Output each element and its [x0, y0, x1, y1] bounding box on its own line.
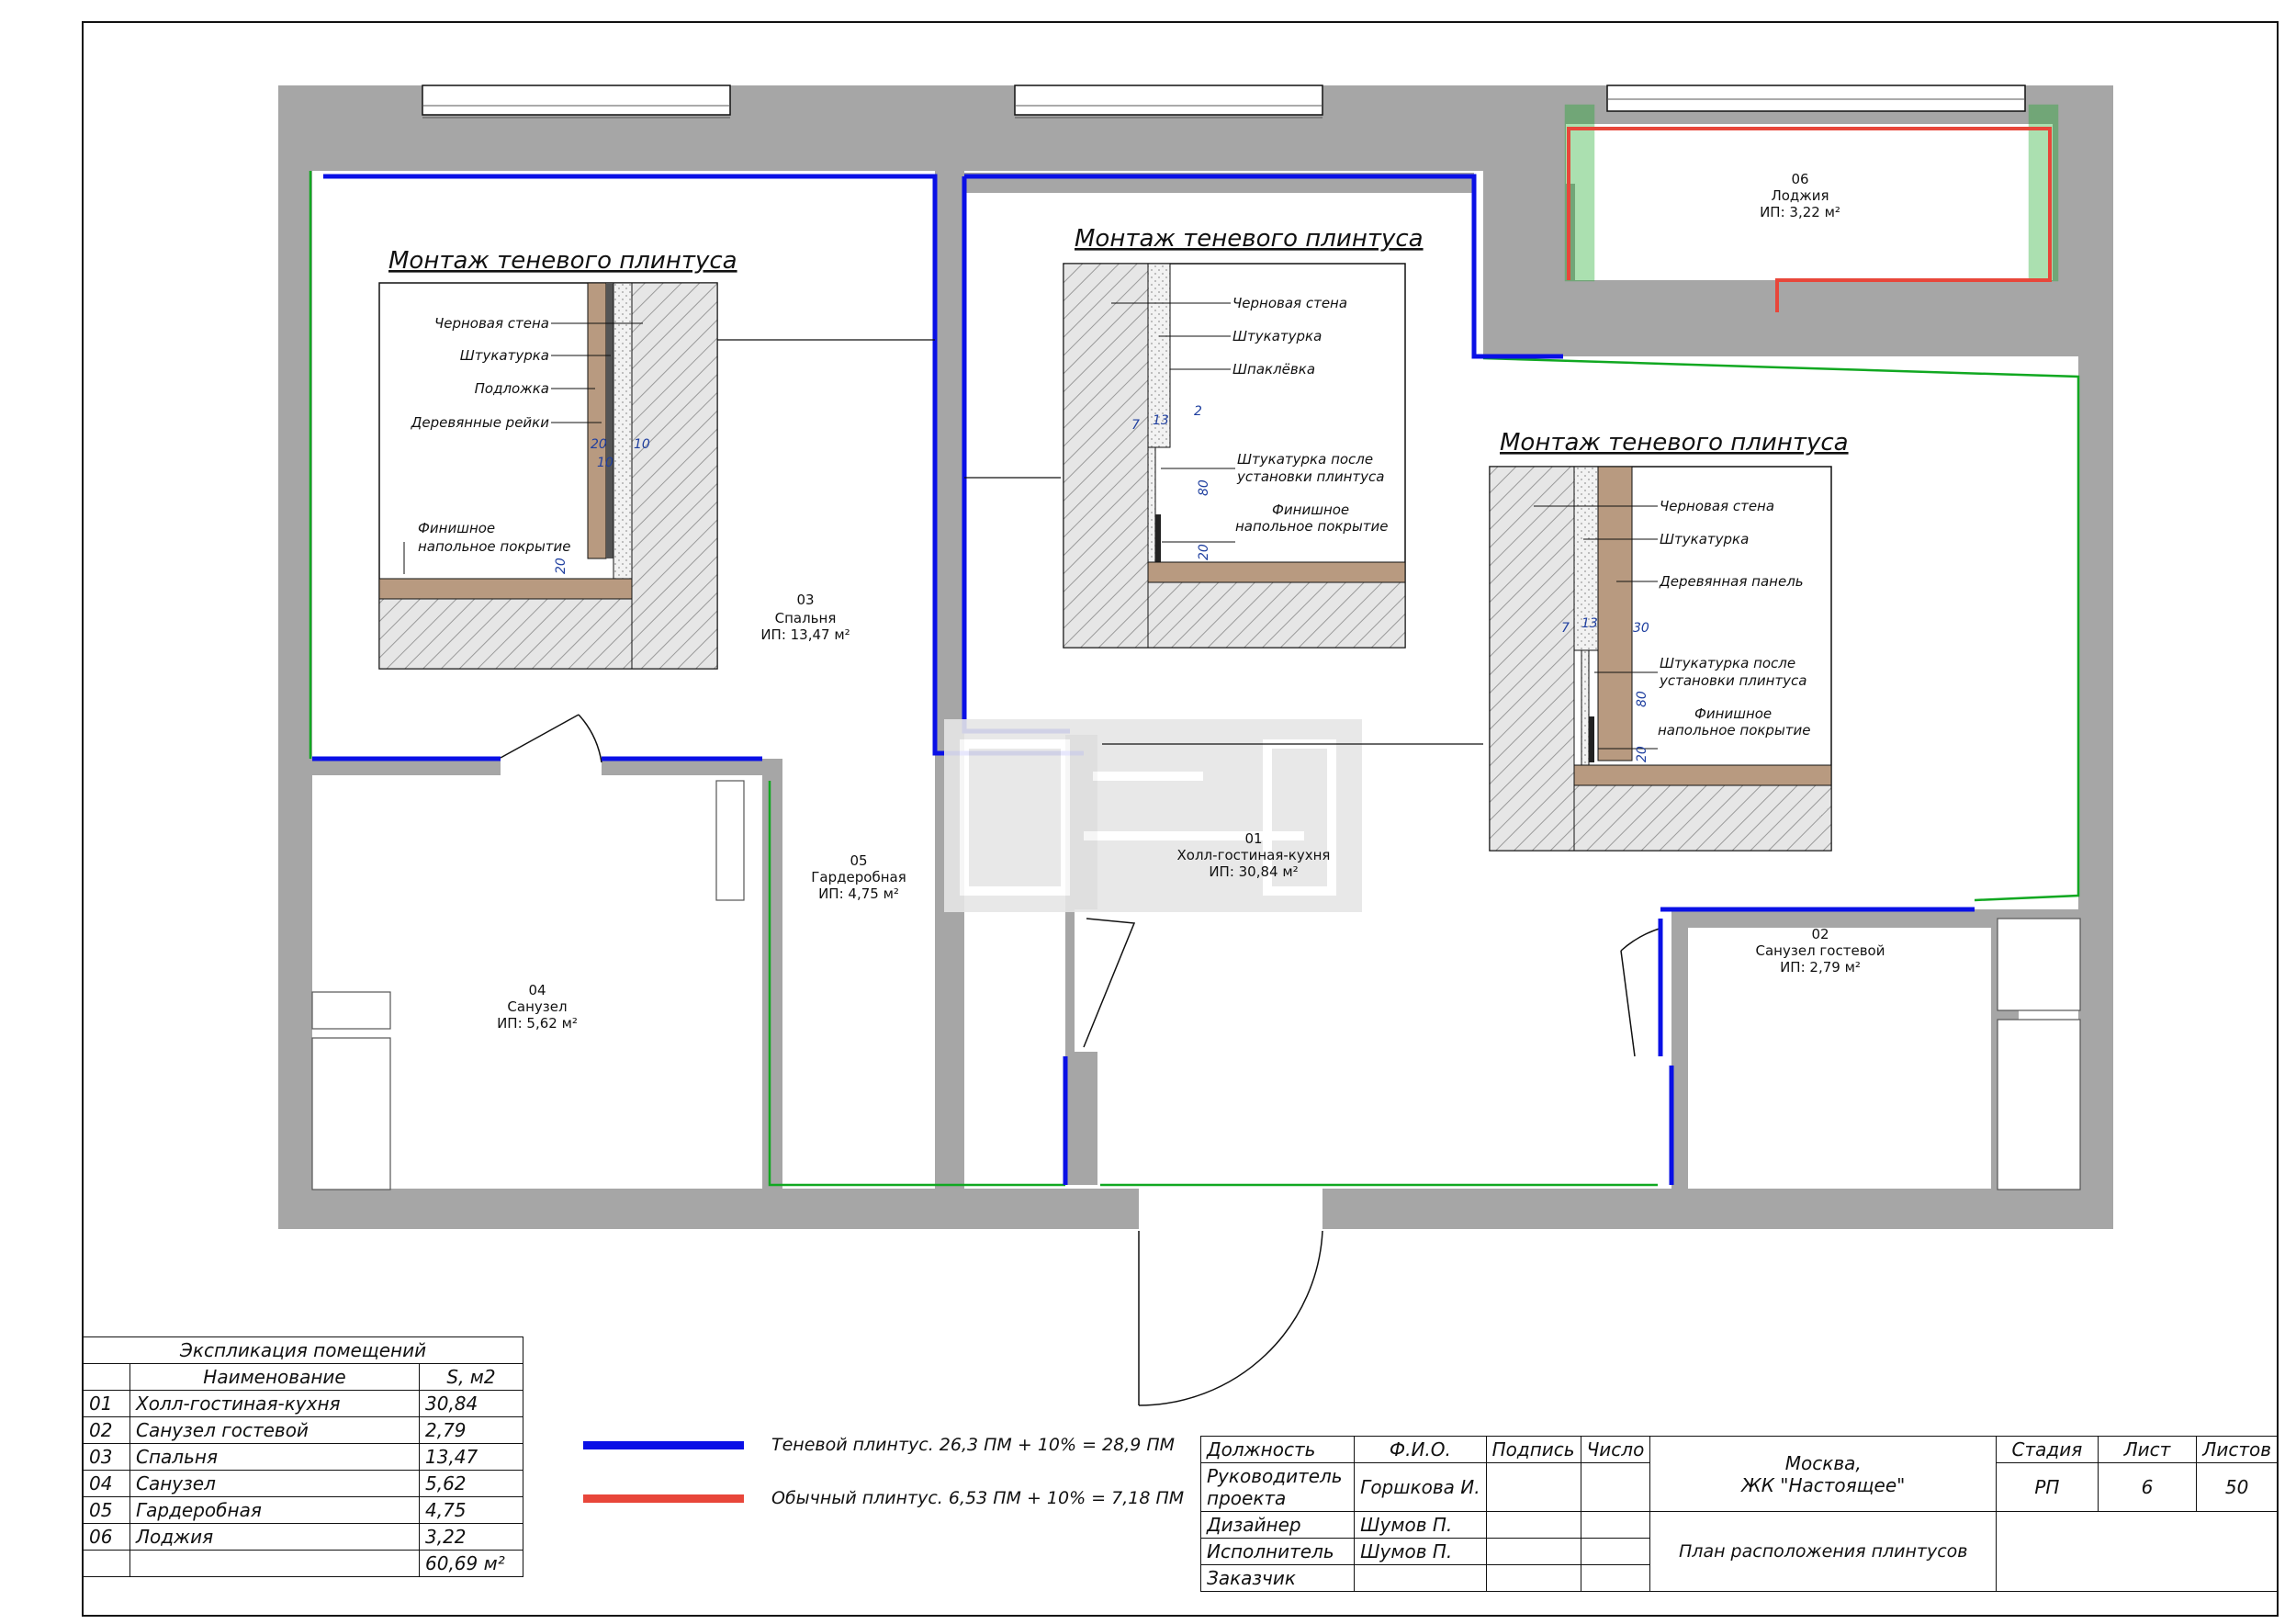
svg-text:Штукатурка после: Штукатурка после: [1660, 655, 1795, 671]
svg-text:ИП: 3,22 м²: ИП: 3,22 м²: [1760, 204, 1840, 220]
legend-swatch-blue: [583, 1440, 744, 1449]
svg-text:ИП: 4,75 м²: ИП: 4,75 м²: [818, 885, 899, 902]
svg-text:10: 10: [597, 456, 613, 470]
svg-text:7: 7: [1131, 418, 1140, 433]
table-row: 04 Санузел 5,62: [83, 1470, 523, 1497]
svg-text:05: 05: [850, 852, 867, 869]
svg-text:03: 03: [796, 592, 814, 608]
svg-text:ИП: 5,62 м²: ИП: 5,62 м²: [497, 1015, 578, 1032]
svg-text:7: 7: [1561, 621, 1570, 636]
svg-text:Финишное: Финишное: [1272, 502, 1349, 518]
svg-text:Деревянные рейки: Деревянные рейки: [411, 414, 550, 431]
svg-text:80: 80: [1635, 691, 1649, 707]
svg-text:20: 20: [1197, 544, 1211, 560]
svg-text:ИП: 13,47 м²: ИП: 13,47 м²: [760, 626, 850, 643]
svg-text:30: 30: [1633, 621, 1649, 636]
table-row-total: 60,69 м²: [83, 1550, 523, 1577]
legend-shadow-text: Теневой плинтус. 26,3 ПМ + 10% = 28,9 ПМ: [771, 1435, 1176, 1455]
svg-text:напольное покрытие: напольное покрытие: [1658, 722, 1811, 739]
svg-text:20: 20: [591, 437, 607, 452]
title-block: Должность Ф.И.О. Подпись Число Москва, ЖК…: [1199, 1436, 2278, 1592]
legend-regular-plinth: Обычный плинтус. 6,53 ПМ + 10% = 7,18 ПМ: [583, 1488, 1184, 1508]
svg-text:Штукатурка: Штукатурка: [1232, 328, 1322, 344]
svg-text:установки плинтуса: установки плинтуса: [1236, 468, 1384, 485]
svg-text:20: 20: [554, 558, 568, 574]
svg-text:80: 80: [1197, 479, 1211, 496]
explication-col-name: Наименование: [129, 1363, 420, 1391]
svg-text:Штукатурка: Штукатурка: [1660, 531, 1749, 547]
svg-text:Подложка: Подложка: [475, 380, 549, 397]
svg-text:Штукатурка: Штукатурка: [460, 347, 549, 364]
svg-text:ИП: 2,79 м²: ИП: 2,79 м²: [1780, 959, 1861, 976]
svg-text:Финишное: Финишное: [1694, 705, 1772, 722]
detail-2: Монтаж теневого плинтуса Черновая стена …: [1063, 225, 1424, 648]
svg-text:Лоджия: Лоджия: [1771, 187, 1829, 204]
detail-2-title: Монтаж теневого плинтуса: [1075, 225, 1424, 253]
svg-text:Финишное: Финишное: [418, 520, 495, 536]
svg-text:Черновая стена: Черновая стена: [434, 315, 549, 332]
legend-shadow-plinth: Теневой плинтус. 26,3 ПМ + 10% = 28,9 ПМ: [583, 1435, 1175, 1455]
detail-3: Монтаж теневого плинтуса Черновая стена …: [1489, 429, 1849, 851]
svg-text:13: 13: [1153, 413, 1169, 428]
svg-text:Санузел гостевой: Санузел гостевой: [1756, 942, 1885, 959]
legend-swatch-red: [583, 1494, 744, 1503]
table-row: 03 Спальня 13,47: [83, 1443, 523, 1471]
svg-text:Холл-гостиная-кухня: Холл-гостиная-кухня: [1177, 847, 1331, 863]
explication-col-area: S, м2: [419, 1363, 523, 1391]
explication-title: Экспликация помещений: [83, 1336, 523, 1364]
svg-text:установки плинтуса: установки плинтуса: [1659, 672, 1806, 689]
svg-text:Спальня: Спальня: [775, 610, 837, 626]
svg-text:Деревянная панель: Деревянная панель: [1659, 573, 1804, 590]
svg-text:10: 10: [634, 437, 650, 452]
svg-text:ИП: 30,84 м²: ИП: 30,84 м²: [1209, 863, 1298, 880]
legend-regular-text: Обычный плинтус. 6,53 ПМ + 10% = 7,18 ПМ: [771, 1488, 1185, 1508]
detail-3-title: Монтаж теневого плинтуса: [1500, 429, 1849, 457]
table-row: 05 Гардеробная 4,75: [83, 1496, 523, 1524]
svg-text:04: 04: [528, 982, 546, 998]
svg-text:20: 20: [1635, 746, 1649, 762]
detail-1-title: Монтаж теневого плинтуса: [388, 247, 737, 275]
svg-text:Гардеробная: Гардеробная: [811, 869, 906, 885]
svg-text:06: 06: [1791, 171, 1808, 187]
svg-text:Штукатурка после: Штукатурка после: [1237, 451, 1373, 468]
table-row: 01 Холл-гостиная-кухня 30,84: [83, 1390, 523, 1417]
svg-text:Черновая стена: Черновая стена: [1660, 498, 1774, 514]
table-row: 06 Лоджия 3,22: [83, 1523, 523, 1551]
detail-1: Монтаж теневого плинтуса Черновая стена …: [378, 247, 737, 670]
svg-text:Шпаклёвка: Шпаклёвка: [1232, 361, 1315, 378]
svg-text:2: 2: [1194, 404, 1202, 419]
svg-text:Черновая стена: Черновая стена: [1232, 295, 1347, 311]
svg-text:01: 01: [1244, 830, 1262, 847]
explication-table: Экспликация помещений Наименование S, м2…: [83, 1336, 523, 1577]
watermark-logo: [944, 719, 1362, 912]
svg-text:02: 02: [1811, 926, 1829, 942]
svg-text:13: 13: [1581, 616, 1598, 631]
svg-text:напольное покрытие: напольное покрытие: [1235, 518, 1389, 535]
svg-text:Санузел: Санузел: [507, 998, 567, 1015]
table-row: 02 Санузел гостевой 2,79: [83, 1416, 523, 1444]
svg-text:напольное покрытие: напольное покрытие: [418, 538, 571, 555]
